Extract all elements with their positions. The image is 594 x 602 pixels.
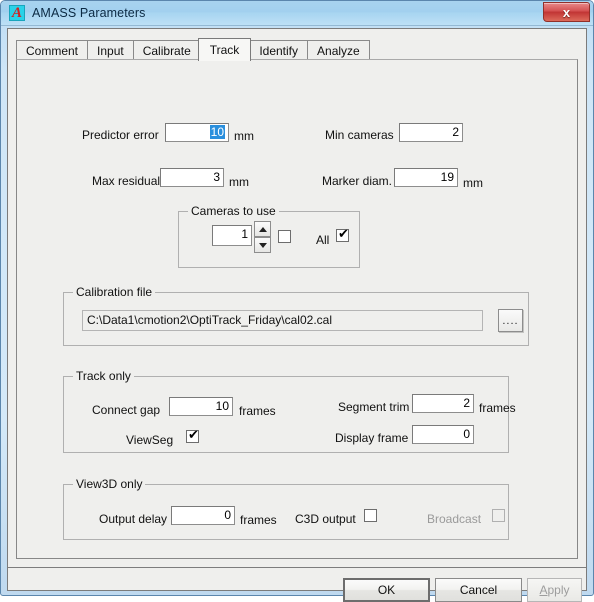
min-cameras-input[interactable]: 2 bbox=[399, 123, 463, 142]
calibration-file-title: Calibration file bbox=[73, 285, 156, 299]
connect-gap-label: Connect gap bbox=[92, 403, 161, 417]
segment-trim-label: Segment trim bbox=[338, 400, 410, 414]
tab-comment[interactable]: Comment bbox=[16, 40, 89, 60]
tab-analyze[interactable]: Analyze bbox=[307, 40, 370, 60]
max-residual-label: Max residual bbox=[92, 174, 161, 188]
footer-separator bbox=[8, 567, 586, 568]
camera-count-spinner[interactable] bbox=[254, 221, 271, 253]
tab-panel-track: Predictor error 10 mm Min cameras 2 Max … bbox=[16, 59, 578, 559]
apply-accel-letter: A bbox=[539, 583, 548, 597]
track-only-title: Track only bbox=[73, 369, 134, 383]
display-frame-input[interactable]: 0 bbox=[412, 425, 474, 444]
spinner-up-icon[interactable] bbox=[254, 221, 271, 237]
c3d-output-checkbox[interactable] bbox=[364, 509, 377, 522]
checkmark-icon: ✔ bbox=[188, 428, 199, 443]
tab-calibrate-label: Calibrate bbox=[142, 43, 191, 58]
tab-track[interactable]: Track bbox=[197, 38, 252, 61]
amass-app-icon: A bbox=[9, 5, 25, 21]
tab-identify-label: Identify bbox=[259, 43, 299, 58]
output-delay-input[interactable]: 0 bbox=[171, 506, 235, 525]
calibration-file-path[interactable]: C:\Data1\cmotion2\OptiTrack_Friday\cal02… bbox=[82, 310, 483, 331]
predictor-error-value: 10 bbox=[209, 125, 225, 139]
tab-calibrate[interactable]: Calibrate bbox=[132, 40, 201, 60]
marker-diam-input[interactable]: 19 bbox=[394, 168, 458, 187]
close-icon: x bbox=[562, 4, 571, 20]
spinner-down-icon[interactable] bbox=[254, 237, 271, 253]
output-delay-unit: frames bbox=[240, 513, 277, 527]
cancel-button[interactable]: Cancel bbox=[435, 578, 522, 602]
max-residual-unit: mm bbox=[229, 175, 249, 189]
connect-gap-unit: frames bbox=[239, 404, 276, 418]
title-bar[interactable]: A AMASS Parameters x bbox=[1, 1, 593, 26]
close-button[interactable]: x bbox=[543, 2, 590, 22]
tab-analyze-label: Analyze bbox=[317, 43, 360, 58]
checkmark-icon: ✔ bbox=[338, 227, 349, 242]
calibration-file-browse-button[interactable]: .... bbox=[498, 309, 523, 332]
cameras-to-use-group: Cameras to use 1 All ✔ bbox=[178, 204, 360, 268]
c3d-output-label: C3D output bbox=[295, 512, 356, 526]
max-residual-input[interactable]: 3 bbox=[160, 168, 224, 187]
apply-label-rest: pply bbox=[547, 583, 570, 597]
segment-trim-input[interactable]: 2 bbox=[412, 394, 474, 413]
cameras-all-label: All bbox=[316, 233, 330, 247]
marker-diam-label: Marker diam. bbox=[322, 174, 393, 188]
tab-strip: Comment Input Calibrate Track Identify A… bbox=[16, 38, 578, 61]
ok-button[interactable]: OK bbox=[343, 578, 430, 602]
predictor-error-label: Predictor error bbox=[82, 128, 159, 142]
broadcast-label: Broadcast bbox=[427, 512, 482, 526]
track-only-group: Track only Connect gap 10 frames Segment… bbox=[63, 369, 516, 453]
min-cameras-label: Min cameras bbox=[325, 128, 394, 142]
tab-track-label: Track bbox=[209, 43, 240, 57]
tab-identify[interactable]: Identify bbox=[249, 40, 309, 60]
tab-comment-label: Comment bbox=[26, 43, 79, 58]
tab-input[interactable]: Input bbox=[87, 40, 134, 60]
camera-single-checkbox[interactable] bbox=[278, 230, 291, 243]
viewseg-checkbox[interactable]: ✔ bbox=[186, 428, 199, 443]
broadcast-checkbox bbox=[492, 509, 505, 522]
predictor-error-unit: mm bbox=[234, 129, 254, 143]
dialog-window: A AMASS Parameters x Comment Input Calib… bbox=[0, 0, 594, 602]
connect-gap-input[interactable]: 10 bbox=[169, 397, 233, 416]
apply-button: Apply bbox=[527, 578, 582, 602]
display-frame-label: Display frame bbox=[335, 431, 409, 445]
window-title: AMASS Parameters bbox=[32, 6, 146, 20]
calibration-file-group: Calibration file C:\Data1\cmotion2\OptiT… bbox=[63, 285, 529, 346]
viewseg-label: ViewSeg bbox=[126, 433, 174, 447]
dialog-client-area: Comment Input Calibrate Track Identify A… bbox=[7, 28, 587, 602]
view3d-only-title: View3D only bbox=[73, 477, 146, 491]
marker-diam-unit: mm bbox=[463, 176, 483, 190]
output-delay-label: Output delay bbox=[99, 512, 168, 526]
predictor-error-input[interactable]: 10 bbox=[165, 123, 229, 142]
tab-input-label: Input bbox=[97, 43, 124, 58]
camera-count-input[interactable]: 1 bbox=[212, 225, 252, 246]
segment-trim-unit: frames bbox=[479, 401, 516, 415]
cameras-all-checkbox[interactable]: ✔ bbox=[336, 227, 349, 242]
view3d-only-group: View3D only Output delay 0 frames C3D ou… bbox=[63, 477, 509, 540]
cameras-to-use-title: Cameras to use bbox=[188, 204, 279, 218]
amass-app-icon-glyph: A bbox=[11, 5, 22, 21]
